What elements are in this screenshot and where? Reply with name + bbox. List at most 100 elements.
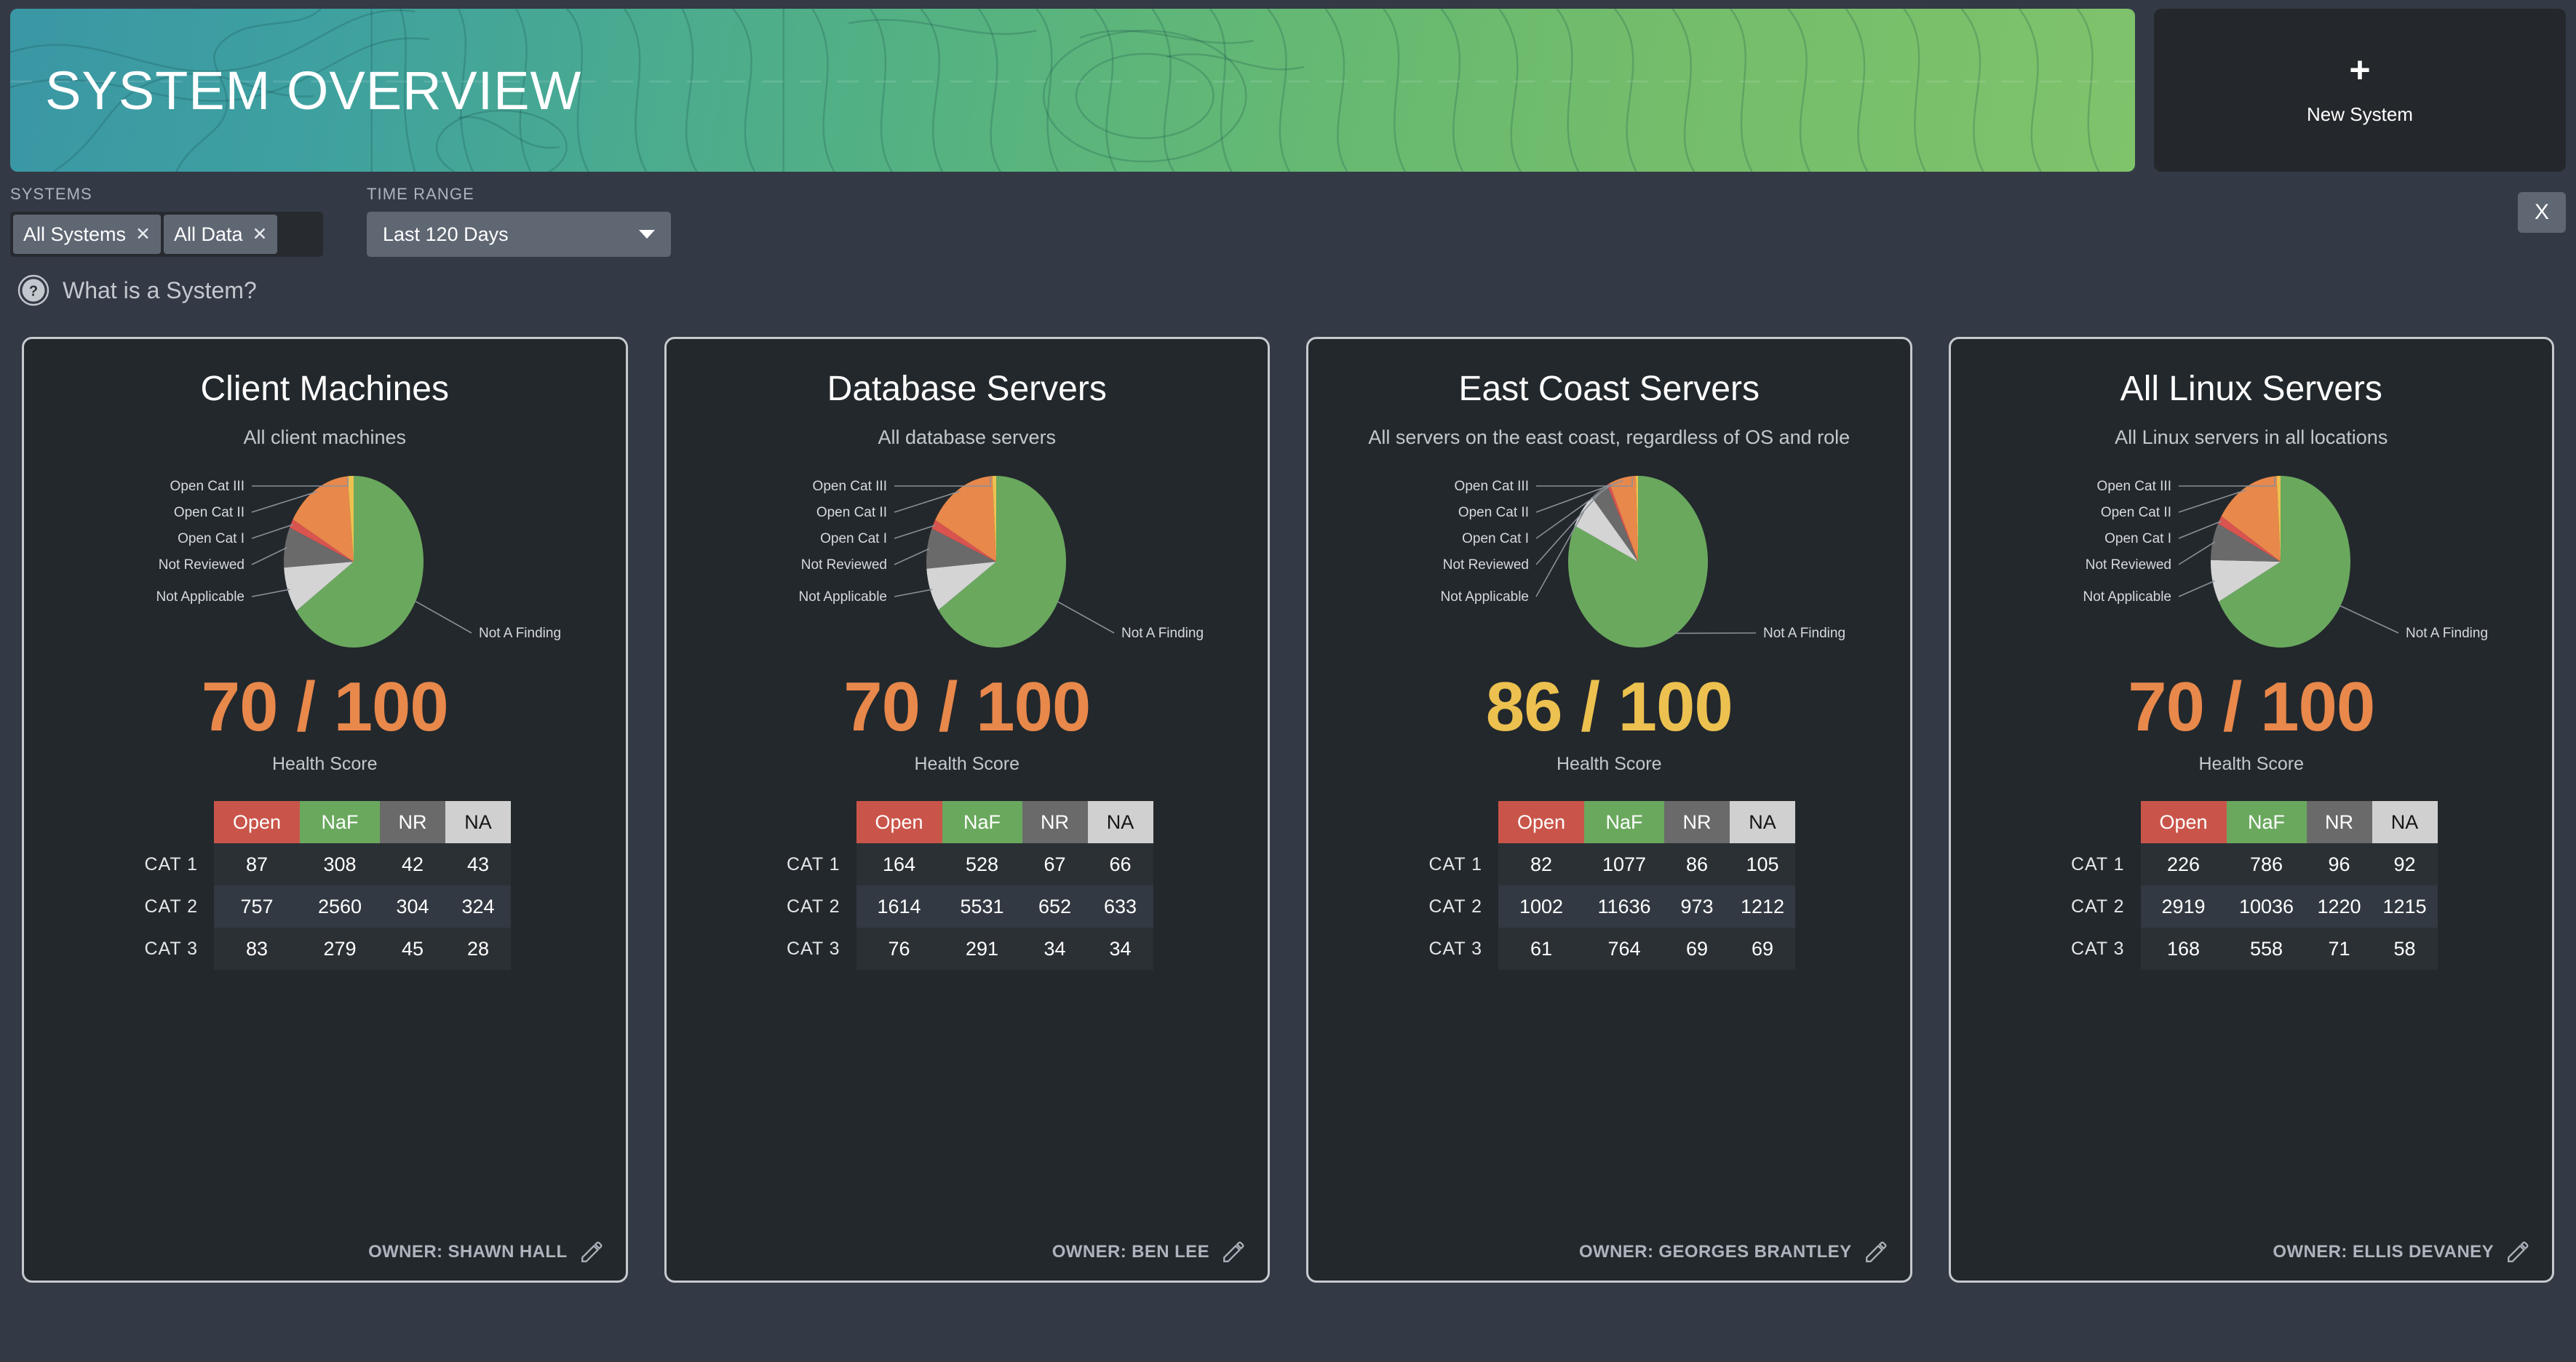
table-corner — [781, 801, 856, 843]
owner-label: OWNER: GEORGES BRANTLEY — [1578, 1242, 1852, 1262]
pie-slice-label: Not Applicable — [156, 589, 245, 605]
table-cell: 1614 — [856, 885, 942, 928]
new-system-label: New System — [2307, 103, 2413, 125]
pie-slice-label: Not Applicable — [1441, 589, 1529, 605]
chip-all-data[interactable]: All Data ✕ — [163, 215, 278, 254]
table-cell: 973 — [1664, 885, 1730, 928]
owner-label: OWNER: BEN LEE — [1052, 1242, 1209, 1262]
pie-slice-label: Open Cat II — [816, 505, 887, 520]
findings-table: Open NaF NR NA CAT 1 226 786 96 92 CAT 2 2919 10036… — [2065, 801, 2438, 971]
table-row: CAT 1 226 786 96 92 — [2065, 843, 2438, 886]
table-cell: 96 — [2306, 843, 2372, 886]
card-subtitle: All client machines — [243, 426, 407, 448]
row-header: CAT 2 — [2070, 896, 2125, 917]
pie-leader-line — [894, 548, 930, 566]
chip-all-systems[interactable]: All Systems ✕ — [13, 215, 161, 254]
table-row: CAT 2 1614 5531 652 633 — [781, 885, 1153, 928]
table-cell: 87 — [214, 843, 301, 886]
table-cell: 633 — [1087, 885, 1153, 928]
column-header: NA — [1087, 801, 1153, 844]
column-header: NR — [1022, 801, 1088, 844]
table-row: CAT 2 1002 11636 973 1212 — [1423, 885, 1796, 928]
findings-table: Open NaF NR NA CAT 1 87 308 42 43 CAT 2 757 2560 304… — [138, 801, 512, 971]
table-cell: 45 — [380, 928, 446, 971]
pie-slice-label: Open Cat I — [2104, 531, 2171, 546]
what-is-a-system-link[interactable]: ? What is a System? — [0, 257, 267, 306]
table-cell: 168 — [2140, 928, 2227, 971]
time-range-select[interactable]: Last 120 Days — [367, 212, 671, 257]
pie-leader-line — [1057, 601, 1115, 634]
row-header: CAT 1 — [144, 853, 199, 875]
owner-row: OWNER: BEN LEE — [685, 1240, 1249, 1265]
pie-slice-label: Not Applicable — [798, 589, 886, 605]
pie-slice-label: Open Cat I — [1462, 531, 1529, 546]
health-score-caption: Health Score — [914, 754, 1020, 775]
new-system-button[interactable]: + New System — [2154, 9, 2566, 172]
card-title: Database Servers — [827, 370, 1107, 408]
table-cell: 226 — [2140, 843, 2227, 886]
edit-pencil-icon[interactable] — [579, 1240, 604, 1265]
table-cell: 291 — [942, 928, 1022, 971]
table-row: CAT 2 757 2560 304 324 — [138, 885, 512, 928]
row-header: CAT 1 — [786, 853, 840, 875]
close-filters-button[interactable]: X — [2518, 192, 2566, 233]
pie-chart: Open Cat III Open Cat II Open Cat I Not Rev… — [43, 454, 607, 672]
systems-chip-well[interactable]: All Systems ✕ All Data ✕ — [10, 212, 323, 257]
edit-pencil-icon[interactable] — [1864, 1240, 1888, 1265]
pie-slice-label: Open Cat III — [812, 479, 886, 494]
system-card[interactable]: East Coast Servers All servers on the ea… — [1306, 337, 1912, 1283]
filter-bar: SYSTEMS All Systems ✕ All Data ✕ TIME RA… — [0, 172, 2576, 257]
systems-filter-group: SYSTEMS All Systems ✕ All Data ✕ — [10, 185, 323, 257]
table-cell: 69 — [1730, 928, 1796, 971]
table-cell: 757 — [214, 885, 301, 928]
svg-text:?: ? — [29, 284, 38, 300]
card-subtitle: All servers on the east coast, regardles… — [1368, 426, 1850, 448]
edit-pencil-icon[interactable] — [1221, 1240, 1246, 1265]
table-cell: 308 — [300, 843, 381, 886]
row-header: CAT 2 — [144, 896, 199, 917]
time-range-label: TIME RANGE — [367, 185, 474, 203]
owner-label: OWNER: SHAWN HALL — [368, 1242, 568, 1262]
pie-slice-label: Not Reviewed — [1443, 557, 1529, 573]
card-subtitle: All Linux servers in all locations — [2115, 426, 2388, 448]
pie-leader-line — [2178, 580, 2215, 598]
table-cell: 10036 — [2226, 885, 2307, 928]
table-cell: 105 — [1730, 843, 1796, 886]
table-cell: 28 — [445, 928, 512, 971]
pie-slice-label: Not A Finding — [2406, 626, 2488, 641]
table-cell: 58 — [2372, 928, 2438, 971]
table-cell: 11636 — [1584, 885, 1665, 928]
table-cell: 786 — [2226, 843, 2307, 886]
column-header: NaF — [2226, 801, 2307, 844]
chip-all-data-label: All Data — [173, 223, 243, 245]
table-cell: 764 — [1584, 928, 1665, 971]
findings-table: Open NaF NR NA CAT 1 82 1077 86 105 CAT 2 1002 1163… — [1423, 801, 1796, 971]
edit-pencil-icon[interactable] — [2505, 1240, 2530, 1265]
plus-icon: + — [2349, 49, 2371, 90]
table-cell: 83 — [214, 928, 301, 971]
table-cell: 76 — [856, 928, 942, 971]
what-is-a-system-label: What is a System? — [63, 276, 257, 303]
table-cell: 304 — [380, 885, 446, 928]
column-header: NR — [380, 801, 446, 844]
table-cell: 67 — [1022, 843, 1088, 886]
table-cell: 42 — [380, 843, 446, 886]
row-header: CAT 3 — [144, 938, 199, 959]
close-icon[interactable]: ✕ — [253, 225, 268, 244]
systems-filter-label: SYSTEMS — [10, 185, 92, 203]
column-header: NaF — [300, 801, 381, 844]
table-cell: 1002 — [1498, 885, 1585, 928]
system-card[interactable]: Client Machines All client machines Open… — [22, 337, 628, 1283]
row-header: CAT 3 — [1428, 938, 1483, 959]
close-icon[interactable]: ✕ — [135, 225, 151, 244]
system-card[interactable]: All Linux Servers All Linux servers in a… — [1948, 337, 2554, 1283]
table-cell: 34 — [1022, 928, 1088, 971]
table-cell: 1215 — [2372, 885, 2438, 928]
table-cell: 43 — [445, 843, 512, 886]
pie-leader-line — [894, 525, 936, 540]
table-cell: 66 — [1087, 843, 1153, 886]
system-card[interactable]: Database Servers All database servers Op… — [664, 337, 1270, 1283]
table-row: CAT 3 76 291 34 34 — [781, 928, 1153, 971]
table-row: CAT 3 168 558 71 58 — [2065, 928, 2438, 971]
pie-slice-label: Open Cat I — [820, 531, 887, 546]
